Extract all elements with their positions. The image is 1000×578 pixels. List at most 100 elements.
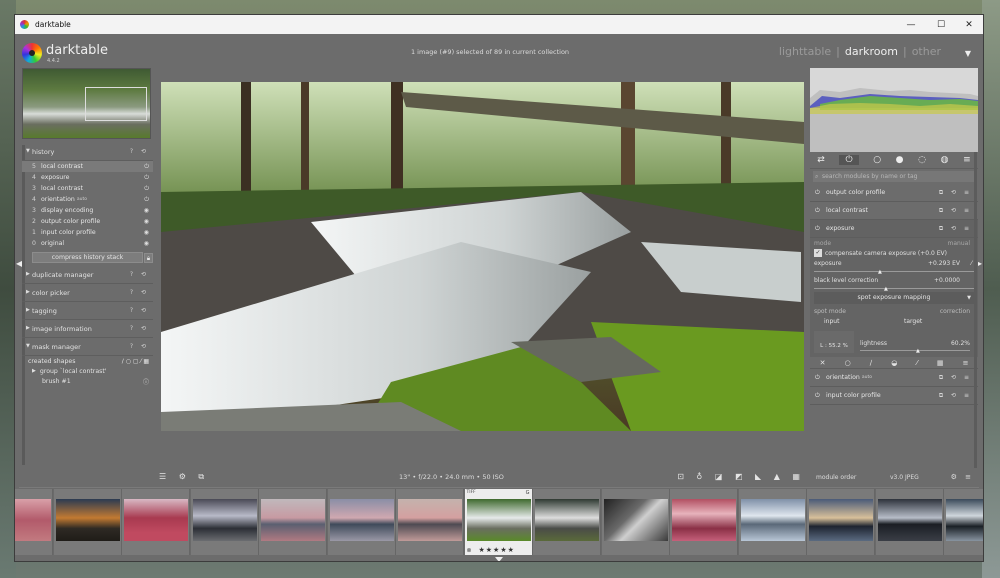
- footer-icons[interactable]: ⚙ ≡: [951, 473, 974, 481]
- filmstrip-thumbnail[interactable]: [875, 489, 944, 555]
- filmstrip-thumbnail[interactable]: [944, 489, 983, 555]
- exposure-slider[interactable]: exposure +0.293 EV ⁄: [814, 258, 974, 268]
- drawn-mask-icon[interactable]: ∕: [870, 359, 872, 367]
- checkbox-checked-icon[interactable]: ✓: [814, 249, 822, 257]
- power-icon[interactable]: ⏻: [815, 207, 820, 215]
- black-level-value[interactable]: +0.0000: [934, 277, 960, 284]
- module-tools-icons[interactable]: ⧉ ⟲ ≡: [939, 189, 972, 197]
- section-tools-icons[interactable]: ? ⟲: [130, 307, 149, 314]
- color-modules-tab-icon[interactable]: ●: [896, 155, 904, 165]
- module-header[interactable]: ⏻ output color profile ⧉ ⟲ ≡: [810, 184, 978, 202]
- module-tools-icons[interactable]: ⧉ ⟲ ≡: [939, 207, 972, 215]
- filmstrip-thumbnail[interactable]: [327, 489, 396, 555]
- history-item[interactable]: 3 local contrast ⏻: [22, 183, 153, 194]
- filmstrip-thumbnail[interactable]: [738, 489, 807, 555]
- slider-marker-icon[interactable]: ▲: [916, 348, 920, 354]
- power-icon[interactable]: ⏻: [815, 225, 820, 233]
- exposure-value[interactable]: +0.293 EV: [928, 260, 960, 267]
- effect-modules-tab-icon[interactable]: ◍: [941, 155, 949, 165]
- menu-icon[interactable]: ≡: [963, 359, 969, 367]
- mask-manager-section-header[interactable]: ▼ mask manager ? ⟲: [22, 338, 153, 356]
- black-level-slider[interactable]: black level correction +0.0000: [814, 275, 974, 285]
- parametric-mask-icon[interactable]: ◒: [891, 359, 897, 367]
- correct-modules-tab-icon[interactable]: ◌: [918, 155, 926, 165]
- filmstrip-thumbnail[interactable]: [122, 489, 190, 555]
- spot-exposure-section[interactable]: spot exposure mapping ▼: [814, 292, 974, 304]
- power-icon[interactable]: ⏻: [815, 189, 820, 197]
- filmstrip-thumbnail[interactable]: [533, 489, 601, 555]
- mask-brush-row[interactable]: brush #1 ⓘ: [22, 376, 153, 386]
- module-header[interactable]: ⏻ input color profile ⧉ ⟲ ≡: [810, 387, 978, 405]
- bottom-panel-toggle-icon[interactable]: [495, 557, 503, 561]
- bottom-right-icons[interactable]: ⊡ ♁ ◪ ◩ ◣ ▲ ▦: [677, 472, 805, 481]
- history-item[interactable]: 1 input color profile ◉: [22, 227, 153, 238]
- power-icon[interactable]: ⏻: [815, 392, 820, 400]
- active-modules-tab-icon[interactable]: ⏻: [839, 155, 859, 165]
- mask-group-row[interactable]: ▶ group `local contrast': [22, 366, 153, 376]
- module-tools-icons[interactable]: ⧉ ⟲ ≡: [939, 225, 972, 233]
- module-header[interactable]: ⏻ local contrast ⧉ ⟲ ≡: [810, 202, 978, 220]
- picker-icon[interactable]: ⁄: [971, 260, 972, 267]
- menu-icon[interactable]: ≡: [963, 155, 971, 165]
- lightness-slider[interactable]: lightness 60.2%: [860, 338, 970, 348]
- filmstrip-thumbnail[interactable]: [53, 489, 122, 555]
- history-item[interactable]: 2 output color profile ◉: [22, 216, 153, 227]
- minimize-icon[interactable]: —: [899, 15, 923, 34]
- navigation-preview[interactable]: [22, 68, 151, 139]
- module-tools-icons[interactable]: ⧉ ⟲ ≡: [939, 374, 972, 382]
- section-tools-icons[interactable]: ? ⟲: [130, 325, 149, 332]
- uniform-blend-icon[interactable]: ○: [845, 359, 851, 367]
- histogram[interactable]: [810, 68, 978, 152]
- navigation-viewport[interactable]: [85, 87, 147, 121]
- history-item[interactable]: 5 local contrast ⏻: [22, 161, 153, 172]
- filmstrip-thumbnail[interactable]: [670, 489, 738, 555]
- compensate-row[interactable]: ✓ compensate camera exposure (+0.0 EV): [814, 248, 974, 258]
- section-header-duplicate-manager[interactable]: ▶ duplicate manager ? ⟲: [22, 266, 153, 284]
- module-search-input[interactable]: search modules by name or tag: [813, 171, 975, 182]
- spot-mode-value[interactable]: correction: [940, 308, 970, 315]
- history-item[interactable]: 3 display encoding ◉: [22, 205, 153, 216]
- blend-off-icon[interactable]: ✕: [820, 359, 826, 367]
- shape-tools-icons[interactable]: ∕ ○ ▢ ⁄ ▦: [122, 358, 149, 365]
- section-header-tagging[interactable]: ▶ tagging ? ⟲: [22, 302, 153, 320]
- history-section-header[interactable]: ▼ history ? ⟲: [22, 143, 153, 161]
- filmstrip-thumbnail[interactable]: [807, 489, 875, 555]
- reject-icon[interactable]: ⊗: [467, 547, 472, 554]
- image-canvas[interactable]: [161, 82, 804, 431]
- lock-icon[interactable]: 🔒︎: [144, 253, 153, 263]
- raster-mask-icon[interactable]: ▦: [937, 359, 944, 367]
- filmstrip-thumbnail[interactable]: [601, 489, 670, 555]
- filmstrip-thumbnail[interactable]: [396, 489, 464, 555]
- info-icon[interactable]: ⓘ: [143, 377, 149, 386]
- collapse-triangle-icon[interactable]: ▼: [967, 292, 971, 304]
- module-tools-icons[interactable]: ⧉ ⟲ ≡: [939, 392, 972, 400]
- black-level-slider-track[interactable]: ▲: [814, 286, 974, 292]
- section-tools-icons[interactable]: ? ⟲: [130, 343, 149, 350]
- module-order-value[interactable]: v3.0 JPEG: [890, 474, 919, 481]
- lightness-slider-track[interactable]: ▲: [860, 348, 970, 354]
- main-photo[interactable]: [161, 82, 804, 431]
- section-tools-icons[interactable]: ? ⟲: [130, 148, 149, 155]
- right-panel-scrollbar[interactable]: [974, 152, 977, 468]
- view-lighttable[interactable]: lighttable: [779, 45, 831, 58]
- filmstrip-thumbnail-selected[interactable]: TIFF G ⊗ ★★★★★: [464, 489, 533, 555]
- module-header[interactable]: ⏻ orientation auto ⧉ ⟲ ≡: [810, 369, 978, 387]
- filmstrip-thumbnail[interactable]: [190, 489, 259, 555]
- presets-tab-icon[interactable]: ⇄: [817, 155, 825, 165]
- power-icon[interactable]: ⏻: [815, 374, 820, 382]
- section-tools-icons[interactable]: ? ⟲: [130, 271, 149, 278]
- base-modules-tab-icon[interactable]: ○: [873, 155, 881, 165]
- lightness-value[interactable]: 60.2%: [951, 340, 970, 347]
- section-header-image-information[interactable]: ▶ image information ? ⟲: [22, 320, 153, 338]
- chevron-down-icon[interactable]: ▼: [965, 49, 971, 58]
- view-darkroom[interactable]: darkroom: [845, 45, 898, 58]
- history-item[interactable]: 0 original ◉: [22, 238, 153, 249]
- exposure-slider-track[interactable]: ▲: [814, 269, 974, 275]
- filmstrip-thumbnail[interactable]: [15, 489, 53, 555]
- exposure-module-header[interactable]: ⏻ exposure ⧉ ⟲ ≡: [810, 220, 978, 238]
- section-header-color-picker[interactable]: ▶ color picker ? ⟲: [22, 284, 153, 302]
- filmstrip-thumbnail[interactable]: [259, 489, 327, 555]
- compress-history-button[interactable]: compress history stack 🔒︎: [32, 252, 153, 263]
- bottom-left-icons[interactable]: ☰ ⚙ ⧉: [159, 472, 209, 482]
- drawn-parametric-icon[interactable]: ⁄: [917, 359, 918, 367]
